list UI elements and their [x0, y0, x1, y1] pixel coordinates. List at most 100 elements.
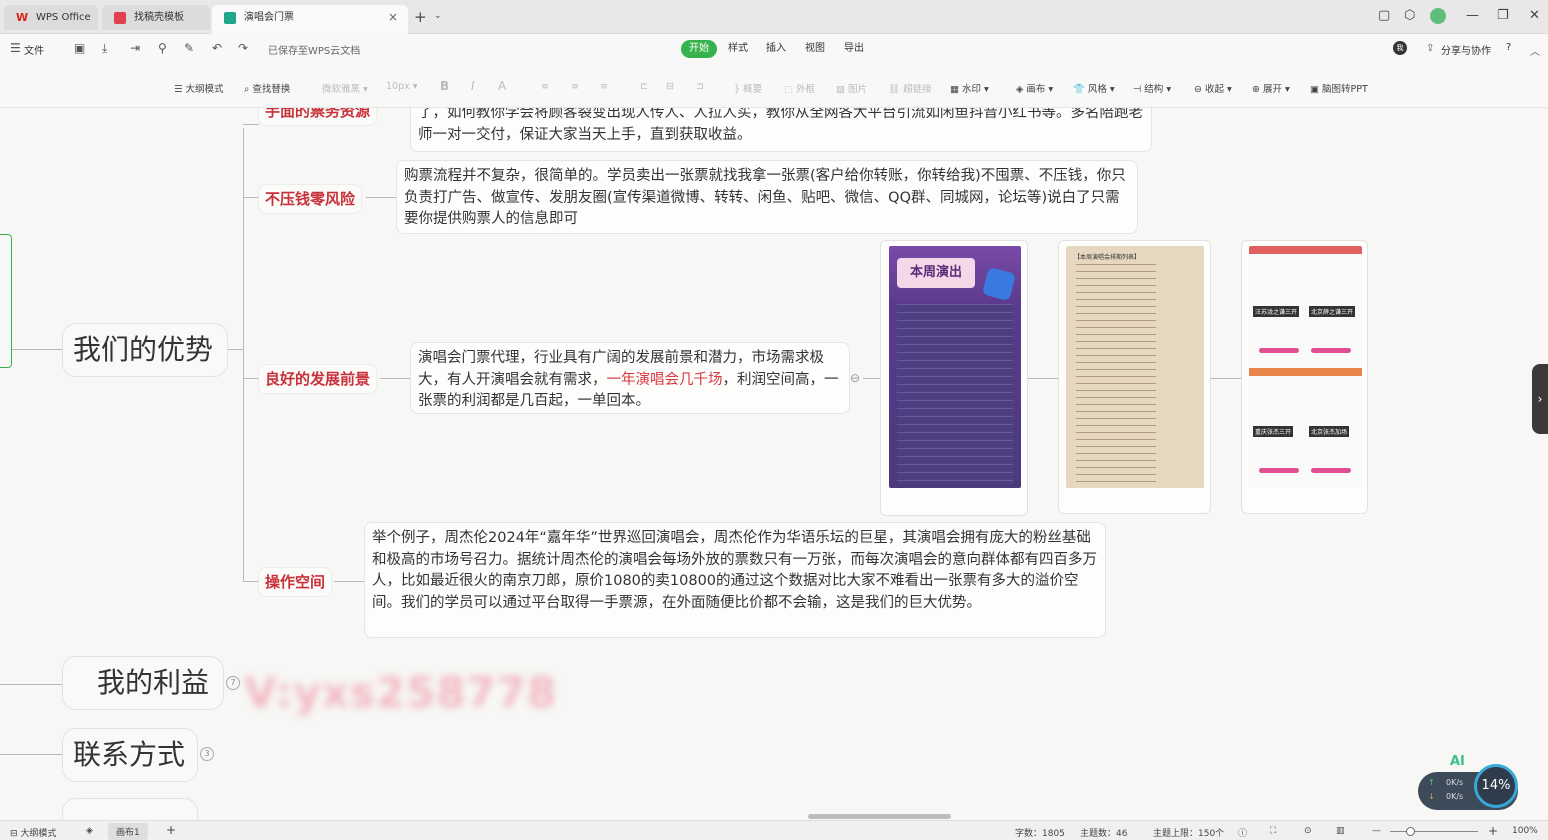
pen-icon[interactable]: ✎ — [184, 41, 194, 55]
status-bar: ⊟ 大纲模式 ◈ 画布1 + 字数：1805 主题数：46 主题上限：150个 … — [0, 820, 1548, 840]
user-avatar-icon[interactable] — [1430, 8, 1446, 24]
node-our-advantage[interactable]: 我们的优势 — [62, 323, 228, 377]
align-center-icon[interactable]: ≡ — [571, 81, 579, 92]
minimize-icon[interactable]: — — [1466, 8, 1479, 23]
tab-document[interactable]: 演唱会门票 × — [212, 5, 408, 34]
tab-wps-office[interactable]: W WPS Office — [4, 5, 98, 30]
node-text-no-risk[interactable]: 购票流程并不复杂，很简单的。学员卖出一张票就找我拿一张票(客户给你转账，你转给我… — [396, 160, 1138, 234]
font-color-button[interactable]: A — [498, 79, 506, 93]
insert-child-icon[interactable]: ⊏ — [640, 81, 648, 92]
node-partial[interactable] — [62, 798, 198, 820]
redo-icon[interactable]: ↷ — [238, 41, 248, 55]
image-button[interactable]: ▧ 图片 — [836, 81, 867, 95]
download-icon[interactable]: ⤓ — [102, 41, 107, 56]
insert-sibling-icon[interactable]: ⊟ — [666, 81, 674, 92]
image-node-weekly-shows[interactable]: 本周演出 — [880, 240, 1028, 516]
fit-screen-icon[interactable]: ⛶ — [1270, 826, 1276, 836]
zoom-in-icon[interactable]: + — [1488, 824, 1498, 838]
locate-icon[interactable]: ⊙ — [1304, 826, 1312, 836]
tab-template[interactable]: 找稿壳模板 — [102, 5, 210, 30]
collapse-node-icon[interactable]: ⊖ — [850, 371, 860, 385]
chevron-up-icon[interactable]: ︿ — [1530, 43, 1540, 58]
frame-button[interactable]: ⬚ 外框 — [784, 81, 815, 95]
italic-button[interactable]: I — [471, 79, 475, 93]
template-icon — [114, 12, 126, 24]
tab-view[interactable]: 视图 — [797, 40, 833, 58]
tab-export[interactable]: 导出 — [836, 40, 872, 58]
collab-avatar[interactable]: 我 — [1393, 41, 1407, 55]
book-icon[interactable]: ▥ — [1336, 826, 1345, 836]
font-size-select[interactable]: 10px ▾ — [386, 81, 418, 92]
chevron-down-icon[interactable]: ⌄ — [434, 11, 442, 21]
node-text-resource[interactable]: 了，如何教你学会将顾客裂变出现人传人、人拉人买，教你从全网各大平台引流如闲鱼抖音… — [410, 108, 1152, 152]
node-good-prospect[interactable]: 良好的发展前景 — [258, 364, 378, 394]
hyperlink-button[interactable]: ⛓ 超链接 — [888, 81, 932, 95]
file-menu[interactable]: 文件 — [24, 42, 44, 57]
insert-parent-icon[interactable]: ⊐ — [696, 81, 704, 92]
align-left-icon[interactable]: ≡ — [541, 81, 549, 92]
align-right-icon[interactable]: ≡ — [600, 81, 608, 92]
maximize-icon[interactable]: ❐ — [1497, 8, 1509, 23]
cube-icon[interactable]: ⬡ — [1404, 8, 1415, 23]
zoom-out-icon[interactable]: — — [1372, 826, 1381, 836]
info-icon[interactable]: ⓘ — [1238, 826, 1247, 839]
net-up-rate: 0K/s — [1446, 778, 1464, 787]
outline-mode-toggle[interactable]: ⊟ 大纲模式 — [10, 826, 56, 839]
connector-line — [243, 378, 259, 379]
zoom-slider[interactable] — [1390, 831, 1478, 832]
selected-root-edge[interactable] — [0, 234, 12, 368]
outline-mode-button[interactable]: ☰ 大纲模式 — [174, 81, 224, 95]
image-node-schedule-list[interactable]: 【本周演唱会排期列表】 — [1058, 240, 1211, 514]
side-panel-toggle[interactable]: › — [1532, 364, 1548, 434]
undo-icon[interactable]: ↶ — [212, 41, 222, 55]
node-my-benefit[interactable]: 我的利益 — [62, 656, 224, 710]
layers-icon[interactable]: ◈ — [86, 826, 93, 836]
node-text-good-prospect[interactable]: 演唱会门票代理，行业具有广阔的发展前景和潜力，市场需求极大，有人开演唱会就有需求… — [410, 342, 850, 414]
mindmap-canvas[interactable]: 手面的票务资源 了，如何教你学会将顾客裂变出现人传人、人拉人买，教你从全网各大平… — [0, 108, 1548, 820]
child-count-badge[interactable]: 7 — [226, 676, 240, 690]
save-icon[interactable]: ▣ — [74, 41, 85, 55]
connector-line — [863, 378, 880, 379]
bold-button[interactable]: B — [440, 79, 449, 93]
tab-label: 演唱会门票 — [244, 12, 294, 23]
export-icon[interactable]: ⇥ — [130, 41, 140, 55]
summary-button[interactable]: } 概要 — [734, 81, 762, 95]
font-label: 微软雅黑 — [322, 84, 361, 95]
zoom-slider-handle[interactable] — [1406, 827, 1415, 836]
menu-icon[interactable]: ☰ — [10, 41, 21, 55]
tab-insert[interactable]: 插入 — [758, 40, 794, 58]
connector-line — [243, 581, 259, 582]
system-monitor-widget: 0K/s 0K/s ↑ ↓ 14% — [1418, 764, 1518, 810]
font-select[interactable]: 微软雅黑 ▾ — [322, 81, 368, 95]
expand-button[interactable]: ⊕ 展开 ▾ — [1252, 81, 1290, 95]
add-tab-button[interactable]: + — [414, 8, 427, 26]
zoom-level[interactable]: 100% — [1512, 826, 1538, 836]
node-ticket-resource[interactable]: 手面的票务资源 — [258, 108, 378, 126]
structure-button[interactable]: ⊣ 结构 ▾ — [1133, 81, 1171, 95]
watermark-button[interactable]: ▦ 水印 ▾ — [950, 81, 989, 95]
share-button[interactable]: 分享与协作 — [1441, 42, 1491, 57]
to-ppt-button[interactable]: ▣ 脑图转PPT — [1310, 81, 1368, 95]
add-canvas-button[interactable]: + — [166, 823, 176, 837]
canvas-button[interactable]: ◈ 画布 ▾ — [1016, 81, 1053, 95]
horizontal-scrollbar[interactable] — [808, 814, 951, 819]
canvas-tab-1[interactable]: 画布1 — [108, 823, 148, 840]
tab-style[interactable]: 样式 — [720, 40, 756, 58]
window-restore-icon[interactable]: ▢ — [1378, 8, 1390, 23]
node-text-operation-space[interactable]: 举个例子，周杰伦2024年“嘉年华”世界巡回演唱会，周杰伦作为华语乐坛的巨星，其… — [364, 522, 1106, 638]
child-count-badge[interactable]: 3 — [200, 747, 214, 761]
style-button[interactable]: 👕 风格 ▾ — [1073, 81, 1115, 95]
image-node-concert-posters[interactable]: 汪苏泷之谦三开 北京薛之谦三开 重庆张杰三开 北京张杰加场 — [1241, 240, 1368, 514]
find-replace-button[interactable]: ⌕ 查找替换 — [244, 81, 290, 95]
node-operation-space[interactable]: 操作空间 — [258, 567, 333, 597]
ai-badge[interactable]: AI — [1450, 754, 1465, 769]
close-icon[interactable]: × — [388, 5, 398, 30]
connector-line — [243, 197, 259, 198]
tab-start[interactable]: 开始 — [681, 40, 717, 58]
collapse-button[interactable]: ⊖ 收起 ▾ — [1194, 81, 1232, 95]
help-icon[interactable]: ? — [1506, 42, 1511, 53]
format-painter-icon[interactable]: ⚲ — [158, 41, 167, 55]
window-close-icon[interactable]: ✕ — [1529, 8, 1540, 23]
node-contact[interactable]: 联系方式 — [62, 728, 198, 782]
node-no-risk[interactable]: 不压钱零风险 — [258, 184, 363, 214]
